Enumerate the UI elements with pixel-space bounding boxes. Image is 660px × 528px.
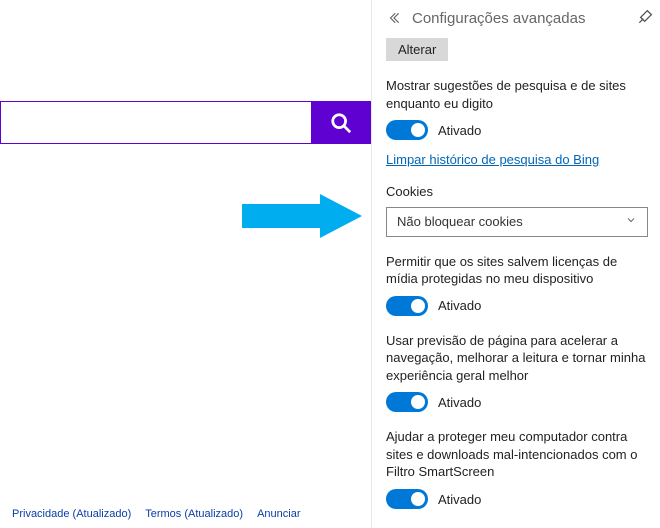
cookies-label: Cookies: [386, 183, 648, 201]
smartscreen-label: Ajudar a proteger meu computador contra …: [386, 428, 648, 481]
search-bar: [0, 101, 371, 144]
page-prediction-toggle-row: Ativado: [386, 392, 648, 412]
cookies-select[interactable]: Não bloquear cookies: [386, 207, 648, 237]
footer-privacy-link[interactable]: Privacidade (Atualizado): [12, 508, 131, 520]
media-licenses-label: Permitir que os sites salvem licenças de…: [386, 253, 648, 288]
cookies-selected-value: Não bloquear cookies: [397, 214, 523, 229]
suggestions-state: Ativado: [438, 123, 481, 138]
smartscreen-state: Ativado: [438, 492, 481, 507]
media-licenses-state: Ativado: [438, 298, 481, 313]
suggestions-toggle-row: Ativado: [386, 120, 648, 140]
footer-links: Privacidade (Atualizado) Termos (Atualiz…: [12, 508, 300, 520]
alter-button[interactable]: Alterar: [386, 38, 448, 61]
media-licenses-toggle-row: Ativado: [386, 296, 648, 316]
back-button[interactable]: [386, 10, 402, 26]
page-prediction-state: Ativado: [438, 395, 481, 410]
pin-button[interactable]: [638, 8, 656, 26]
search-button[interactable]: [311, 101, 371, 144]
smartscreen-toggle[interactable]: [386, 489, 428, 509]
clear-history-link[interactable]: Limpar histórico de pesquisa do Bing: [386, 152, 599, 167]
search-icon: [330, 112, 352, 134]
footer-terms-link[interactable]: Termos (Atualizado): [145, 508, 243, 520]
media-licenses-toggle[interactable]: [386, 296, 428, 316]
settings-panel: Configurações avançadas Alterar Mostrar …: [371, 0, 660, 528]
suggestions-toggle[interactable]: [386, 120, 428, 140]
chevron-left-icon: [387, 11, 401, 25]
search-input[interactable]: [0, 101, 311, 144]
smartscreen-toggle-row: Ativado: [386, 489, 648, 509]
pin-icon: [638, 8, 654, 24]
panel-title: Configurações avançadas: [412, 10, 585, 27]
page-prediction-toggle[interactable]: [386, 392, 428, 412]
page-prediction-label: Usar previsão de página para acelerar a …: [386, 332, 648, 385]
chevron-down-icon: [625, 214, 637, 229]
main-content: Privacidade (Atualizado) Termos (Atualiz…: [0, 0, 371, 528]
suggestions-label: Mostrar sugestões de pesquisa e de sites…: [386, 77, 648, 112]
panel-header: Configurações avançadas: [386, 0, 648, 36]
footer-advertise-link[interactable]: Anunciar: [257, 508, 300, 520]
pointer-arrow: [242, 194, 362, 238]
